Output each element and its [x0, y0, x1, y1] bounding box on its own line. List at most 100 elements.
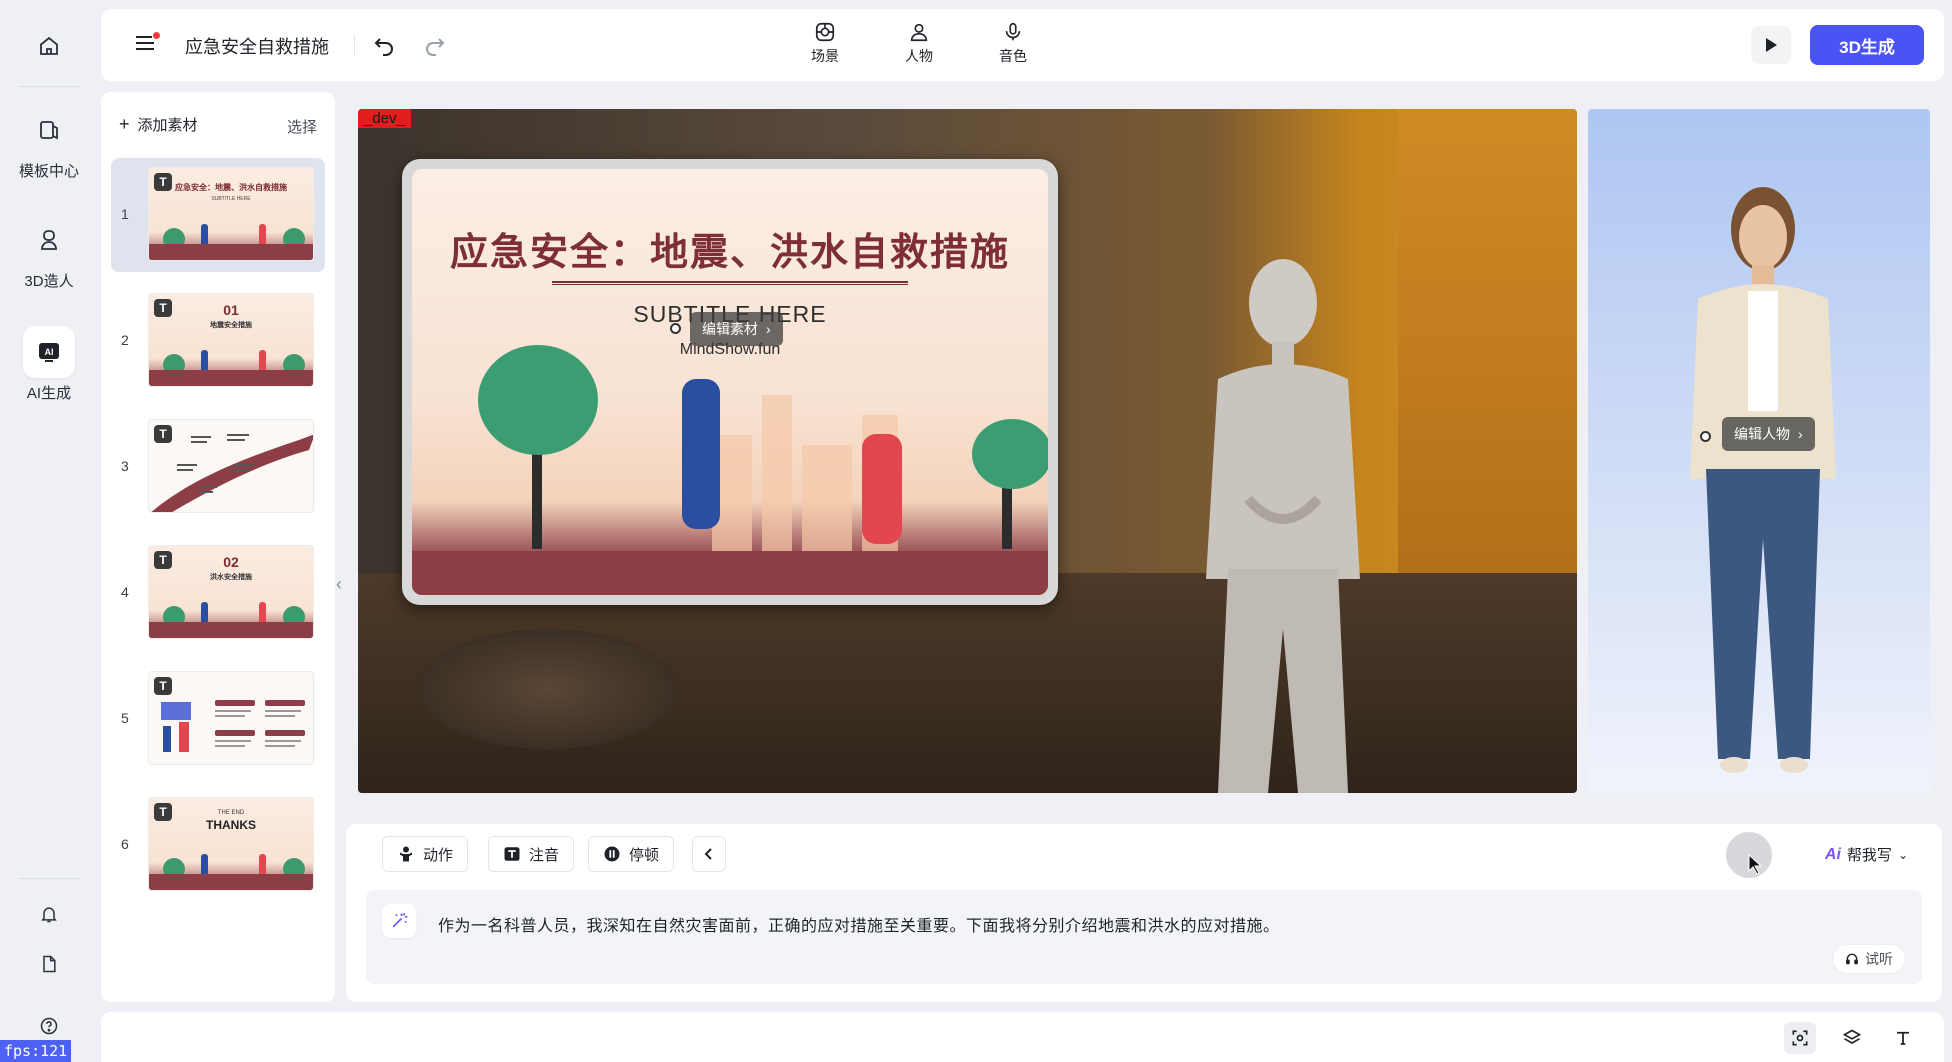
- generate-3d-button[interactable]: 3D生成: [1810, 25, 1924, 65]
- slide-number: 3: [121, 458, 129, 474]
- ai-write-button[interactable]: Ai 帮我写 ⌄: [1825, 844, 1908, 865]
- rail-label: 3D造人: [24, 273, 74, 290]
- play-icon: [1766, 38, 1777, 52]
- rail-ai-generate[interactable]: AI AI生成: [0, 326, 98, 403]
- pinyin-icon: [504, 847, 520, 861]
- illustration-person: [862, 434, 902, 544]
- preview-avatar-figure: [1690, 187, 1836, 773]
- action-label: 动作: [423, 846, 454, 864]
- slide-number: 1: [121, 206, 129, 222]
- edit-material-button[interactable]: 编辑素材 ›: [690, 312, 783, 346]
- chevron-down-icon: ⌄: [1897, 847, 1908, 862]
- pause-label: 停顿: [629, 846, 660, 864]
- redo-button[interactable]: [420, 31, 450, 61]
- presentation-board[interactable]: 应急安全：地震、洪水自救措施 SUBTITLE HERE MindShow.fu…: [402, 159, 1058, 605]
- pinyin-button[interactable]: 注音: [488, 836, 575, 872]
- bell-icon: [23, 896, 75, 932]
- tab-person[interactable]: 人物: [889, 21, 949, 66]
- back-button[interactable]: [692, 836, 726, 872]
- bottom-toolbar: [101, 1012, 1944, 1062]
- slide-number: 2: [121, 332, 129, 348]
- edit-material-label: 编辑素材: [702, 321, 758, 337]
- rail-documents[interactable]: [0, 946, 98, 982]
- slide-thumbnail: T: [148, 671, 314, 765]
- rail-template-center[interactable]: 模板中心: [0, 104, 98, 181]
- add-material-label: 添加素材: [137, 117, 198, 134]
- rail-label: 模板中心: [18, 163, 79, 180]
- rail-notifications[interactable]: [0, 896, 98, 932]
- scene-icon: [815, 22, 835, 42]
- chevron-left-icon: [704, 848, 712, 860]
- select-button[interactable]: 选择: [287, 116, 317, 137]
- document-title[interactable]: 应急安全自救措施: [185, 33, 329, 59]
- slide-thumbnail: T: [148, 419, 314, 513]
- slide-thumb-subtitle: 地震安全措施: [210, 322, 252, 329]
- roadmap-graphic: [151, 434, 313, 512]
- text-icon: [1897, 1031, 1909, 1045]
- slide-thumb-subtitle: SUBTITLE HERE: [211, 196, 251, 202]
- slide-item[interactable]: 3 T: [111, 410, 325, 524]
- chevron-right-icon: ›: [766, 321, 771, 337]
- tab-label: 音色: [999, 48, 1027, 64]
- slide-item[interactable]: 1 T 应急安全：地震、洪水自救措施 SUBTITLE HERE: [111, 158, 325, 272]
- slide-number: 6: [121, 836, 129, 852]
- slide-thumbnail: T 01 地震安全措施: [148, 293, 314, 387]
- script-input[interactable]: 作为一名科普人员，我深知在自然灾害面前，正确的应对措施至关重要。下面我将分别介绍…: [366, 890, 1922, 984]
- slide-item[interactable]: 5 T: [111, 662, 325, 776]
- rail-home[interactable]: [0, 20, 98, 72]
- pause-button[interactable]: 停顿: [588, 836, 675, 872]
- rail-3d-avatar[interactable]: 3D造人: [0, 214, 98, 291]
- scene-stage[interactable]: _dev_ 应急安全：地震、洪水自救措施 SUBTITLE HERE MindS…: [358, 109, 1577, 793]
- screenshot-button[interactable]: [1784, 1022, 1816, 1054]
- 3d-avatar-figure[interactable]: [1188, 249, 1378, 793]
- anchor-dot: [670, 323, 681, 334]
- magic-wand-icon[interactable]: [382, 904, 416, 938]
- play-button[interactable]: [1751, 26, 1791, 64]
- listen-button[interactable]: 试听: [1832, 944, 1906, 974]
- slide-thumbnail: T 02 洪水安全措施: [148, 545, 314, 639]
- anchor-dot: [1700, 431, 1711, 442]
- slide-thumbnail: T 应急安全：地震、洪水自救措施 SUBTITLE HERE: [148, 167, 314, 261]
- slide-item[interactable]: 2 T 01 地震安全措施: [111, 284, 325, 398]
- edit-person-button[interactable]: 编辑人物 ›: [1722, 417, 1815, 451]
- notification-dot: [153, 32, 160, 39]
- script-text[interactable]: 作为一名科普人员，我深知在自然灾害面前，正确的应对措施至关重要。下面我将分别介绍…: [438, 912, 1280, 936]
- slide-panel: + 添加素材 选择 1 T 应急安全：地震、洪水自救措施 SUBTITLE HE…: [101, 92, 335, 1002]
- slide-item[interactable]: 4 T 02 洪水安全措施: [111, 536, 325, 650]
- menu-button[interactable]: [133, 31, 161, 59]
- chevron-right-icon: ›: [1798, 426, 1803, 442]
- slide-thumb-title: THANKS: [206, 818, 256, 832]
- slide-item[interactable]: 6 T THE END THANKS: [111, 788, 325, 902]
- screenshot-icon: [1792, 1030, 1808, 1046]
- action-button[interactable]: 动作: [382, 836, 469, 872]
- layers-button[interactable]: [1836, 1022, 1868, 1054]
- tab-label: 人物: [905, 48, 933, 64]
- edit-person-label: 编辑人物: [1734, 426, 1790, 442]
- undo-button[interactable]: [369, 31, 399, 61]
- ai-icon: AI: [23, 326, 75, 378]
- mouse-cursor-highlight: [1726, 832, 1772, 878]
- headphones-icon: [1846, 953, 1858, 965]
- action-icon: [400, 846, 412, 862]
- plus-icon: +: [119, 114, 130, 134]
- layers-icon: [1842, 1029, 1862, 1044]
- home-icon: [23, 20, 75, 72]
- undo-icon: [374, 38, 393, 56]
- script-editor: 动作 注音 停顿 Ai 帮我写 ⌄ 作为一名科普人员，我深知在自然灾害面前，正确…: [346, 824, 1942, 1002]
- avatar-preview[interactable]: 编辑人物 ›: [1588, 109, 1930, 793]
- slide-thumb-subtitle: 洪水安全措施: [210, 574, 252, 581]
- tab-scene[interactable]: 场景: [795, 21, 855, 66]
- collapse-panel-button[interactable]: ‹: [336, 574, 342, 595]
- add-material-button[interactable]: + 添加素材: [119, 114, 198, 135]
- slide-thumb-title: 应急安全：地震、洪水自救措施: [175, 183, 287, 192]
- text-tool-button[interactable]: [1887, 1022, 1919, 1054]
- tab-voice[interactable]: 音色: [983, 21, 1043, 66]
- document-icon: [23, 946, 75, 982]
- slide-thumb-title: 02: [223, 554, 239, 570]
- slide-thumbnail: T THE END THANKS: [148, 797, 314, 891]
- slide-number: 4: [121, 584, 129, 600]
- rail-help[interactable]: [0, 1008, 98, 1044]
- svg-text:AI: AI: [45, 347, 54, 357]
- pause-icon: [604, 846, 620, 862]
- top-bar: 应急安全自救措施 场景 人物 音色 3D生成: [101, 9, 1944, 81]
